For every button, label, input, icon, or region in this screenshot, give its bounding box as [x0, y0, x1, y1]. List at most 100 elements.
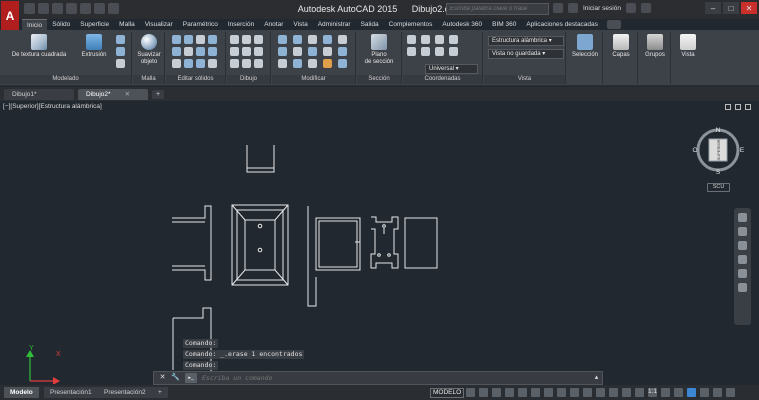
tab-solido[interactable]: Sólido — [47, 19, 75, 30]
layout-tab-presentacion1[interactable]: Presentación1 — [44, 387, 98, 398]
rotate-icon[interactable] — [293, 35, 302, 44]
zoom-icon[interactable] — [738, 241, 747, 250]
workspace-gear-icon[interactable] — [661, 388, 670, 397]
ortho-icon[interactable] — [492, 388, 501, 397]
copy-icon[interactable] — [278, 47, 287, 56]
customize-wrench-icon[interactable]: 🔧 — [170, 373, 181, 383]
clean-screen-icon[interactable] — [713, 388, 722, 397]
grid-icon[interactable] — [466, 388, 475, 397]
suavizar-objeto-button[interactable]: Suavizar objeto — [133, 34, 165, 66]
ucs-menu-button[interactable]: SCU — [707, 183, 730, 192]
help-icon[interactable] — [640, 3, 651, 13]
interfere-icon[interactable] — [184, 59, 193, 68]
tab-aplicaciones-destacadas[interactable]: Aplicaciones destacadas — [521, 19, 603, 30]
steering-wheel-icon[interactable] — [738, 213, 747, 222]
erase-icon[interactable] — [323, 35, 332, 44]
shell-icon[interactable] — [184, 47, 193, 56]
viewcube[interactable]: N S E O SUPERIOR — [692, 127, 744, 176]
maximize-icon[interactable]: □ — [723, 2, 739, 14]
ellipse-icon[interactable] — [242, 59, 251, 68]
panel-title-seccion[interactable]: Sección — [357, 75, 401, 84]
minimize-icon[interactable]: – — [705, 2, 721, 14]
ucs-view-icon[interactable] — [421, 47, 430, 56]
panel-title-vista[interactable]: Vista — [484, 75, 565, 84]
transparency-icon[interactable] — [570, 388, 579, 397]
extrude-faces-icon[interactable] — [172, 35, 181, 44]
auto-scale-icon[interactable] — [635, 388, 644, 397]
ucs-icon[interactable] — [407, 35, 416, 44]
line-icon[interactable] — [230, 35, 239, 44]
extrusion-button[interactable]: Extrusión — [76, 34, 112, 59]
new-tab-button[interactable]: + — [152, 90, 164, 99]
trim-icon[interactable] — [308, 35, 317, 44]
properties-icon[interactable] — [338, 59, 347, 68]
union-icon[interactable] — [116, 35, 125, 44]
gizmo-status-icon[interactable] — [609, 388, 618, 397]
ucs-previous-icon[interactable] — [435, 35, 444, 44]
annotation-scale[interactable]: 1:1 — [648, 388, 657, 397]
polygon-icon[interactable] — [230, 59, 239, 68]
tab-vista[interactable]: Vista — [288, 19, 312, 30]
polyline-icon[interactable] — [242, 35, 251, 44]
selection-cycling-icon[interactable] — [583, 388, 592, 397]
annotation-visibility-icon[interactable] — [622, 388, 631, 397]
clean-icon[interactable] — [208, 59, 217, 68]
panel-title-modelado[interactable]: Modelado — [0, 75, 131, 84]
doc-tab-dibujo2[interactable]: Dibujo2* ✕ — [78, 89, 148, 100]
layout-tab-modelo[interactable]: Modelo — [4, 387, 39, 398]
ucs-zaxis-icon[interactable] — [449, 47, 458, 56]
navbar-menu-icon[interactable] — [738, 283, 747, 292]
plano-seccion-button[interactable]: Plano de sección — [359, 34, 399, 66]
pan-icon[interactable] — [738, 227, 747, 236]
command-input[interactable] — [202, 373, 592, 383]
ucs-origin-icon[interactable] — [435, 47, 444, 56]
slice-icon[interactable] — [196, 35, 205, 44]
thicken-icon[interactable] — [208, 35, 217, 44]
showmotion-icon[interactable] — [738, 269, 747, 278]
isolate-objects-icon[interactable] — [687, 388, 696, 397]
ribbon-toggle-button[interactable] — [606, 20, 621, 29]
tab-administrar[interactable]: Administrar — [313, 19, 356, 30]
imprint-icon[interactable] — [196, 47, 205, 56]
orbit-icon[interactable] — [738, 255, 747, 264]
tab-salida[interactable]: Salida — [356, 19, 384, 30]
search-icon[interactable] — [553, 3, 563, 13]
lineweight-icon[interactable] — [557, 388, 566, 397]
arc-icon[interactable] — [230, 47, 239, 56]
snap-icon[interactable] — [479, 388, 488, 397]
move-icon[interactable] — [278, 35, 287, 44]
separate-icon[interactable] — [172, 47, 181, 56]
fillet-edge-icon[interactable] — [184, 35, 193, 44]
panel-title-editar-solidos[interactable]: Editar sólidos — [166, 75, 225, 84]
hardware-acceleration-icon[interactable] — [700, 388, 709, 397]
capas-button[interactable]: Capas — [604, 34, 638, 59]
isodraft-icon[interactable] — [518, 388, 527, 397]
close-command-icon[interactable]: ✕ — [157, 373, 168, 383]
tab-malla[interactable]: Malla — [114, 19, 140, 30]
tab-insercion[interactable]: Inserción — [223, 19, 259, 30]
stretch-icon[interactable] — [278, 59, 287, 68]
offset-edge-icon[interactable] — [208, 47, 217, 56]
recent-commands-icon[interactable]: ▸_ — [185, 373, 197, 383]
layout-tab-presentacion2[interactable]: Presentación2 — [98, 387, 152, 398]
polar-icon[interactable] — [505, 388, 514, 397]
panel-title-coordenadas[interactable]: Coordenadas — [403, 75, 482, 84]
tab-bim-360[interactable]: BIM 360 — [487, 19, 521, 30]
command-history-toggle-icon[interactable]: ▴ — [591, 373, 602, 383]
textura-cuadrada-button[interactable]: De textura cuadrada — [4, 34, 74, 59]
dynamic-ucs-icon[interactable] — [596, 388, 605, 397]
tab-anotar[interactable]: Anotar — [259, 19, 288, 30]
view-dropdown[interactable]: Vista no guardada ▾ — [488, 49, 564, 59]
offset-icon[interactable] — [338, 47, 347, 56]
seleccion-button[interactable]: Selección — [567, 34, 603, 59]
fillet-icon[interactable] — [308, 47, 317, 56]
close-tab-icon[interactable]: ✕ — [125, 91, 130, 98]
ucs-dropdown[interactable]: Universal ▾ — [425, 64, 478, 74]
vista-button[interactable]: Vista — [672, 34, 704, 59]
convert-icon[interactable] — [196, 59, 205, 68]
tab-visualizar[interactable]: Visualizar — [140, 19, 178, 30]
ucs-world-icon[interactable] — [421, 35, 430, 44]
align-icon[interactable] — [338, 35, 347, 44]
3d-osnap-icon[interactable] — [544, 388, 553, 397]
hatch-icon[interactable] — [254, 59, 263, 68]
